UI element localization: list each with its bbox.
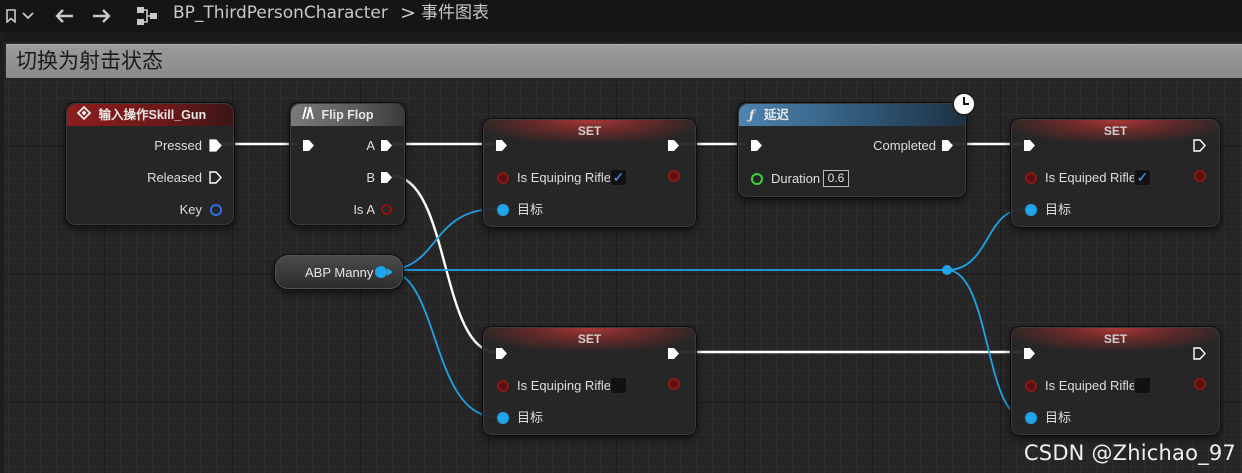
set2-target-pin[interactable]: [1025, 204, 1037, 216]
event-diamond-icon: [76, 105, 92, 127]
set3-target-label: 目标: [517, 410, 544, 425]
set4-header: SET: [1012, 328, 1219, 350]
set1-var-label: Is Equiping Rifle: [517, 170, 611, 185]
delay-duration-float-pin[interactable]: [751, 173, 763, 185]
function-icon: ƒ: [749, 107, 755, 122]
key-pin-label: Key: [179, 202, 202, 217]
set2-var-label: Is Equiped Rifle: [1045, 170, 1137, 185]
delay-completed-exec-pin[interactable]: [941, 139, 954, 152]
set1-exec-in-pin[interactable]: [495, 139, 508, 152]
set1-target-pin[interactable]: [497, 204, 509, 216]
input-action-title: 输入操作Skill_Gun: [98, 108, 207, 122]
set3-target-pin[interactable]: [497, 412, 509, 424]
flipflop-title: Flip Flop: [321, 108, 374, 122]
editor-breadcrumb-bar: BP_ThirdPersonCharacter > 事件图表: [0, 0, 1242, 32]
csdn-watermark: CSDN @Zhichao_97: [1023, 441, 1236, 465]
set4-exec-out-pin[interactable]: [1193, 347, 1206, 360]
set4-exec-in-pin[interactable]: [1023, 347, 1036, 360]
set3-var-label: Is Equiping Rifle: [517, 378, 611, 393]
set2-target-label: 目标: [1045, 202, 1072, 217]
set3-header: SET: [484, 328, 695, 350]
set-is-equiping-rifle-true-node[interactable]: SET Is Equiping Rifle ✓ 目标: [482, 118, 697, 228]
input-action-node[interactable]: 输入操作Skill_Gun Pressed Released Key: [65, 102, 235, 226]
blueprint-graph-icon: [135, 0, 159, 32]
abp-manny-pin-arrow: [387, 268, 393, 276]
breadcrumb-blueprint-name[interactable]: BP_ThirdPersonCharacter: [173, 0, 388, 28]
input-action-header: 输入操作Skill_Gun: [67, 104, 233, 126]
abp-manny-variable-node[interactable]: ABP Manny: [274, 254, 404, 290]
set2-header: SET: [1012, 120, 1219, 142]
set2-checkbox[interactable]: ✓: [1134, 169, 1151, 186]
delay-duration-label: Duration: [771, 171, 821, 186]
set4-target-pin[interactable]: [1025, 412, 1037, 424]
abp-manny-label: ABP Manny: [305, 265, 374, 280]
set4-bool-in-pin[interactable]: [1025, 380, 1037, 392]
set4-var-label: Is Equiped Rifle: [1045, 378, 1137, 393]
delay-node[interactable]: ƒ 延迟 Completed Duration 0.6: [737, 102, 967, 198]
target-wire-set3: [385, 269, 497, 418]
delay-header: ƒ 延迟: [739, 104, 965, 126]
flipflop-node[interactable]: Flip Flop A B Is A: [289, 102, 406, 226]
set3-checkbox[interactable]: [610, 377, 627, 394]
arrow-right-icon[interactable]: [90, 0, 114, 32]
flipflop-icon: [301, 105, 315, 127]
released-exec-pin[interactable]: [209, 171, 222, 184]
event-graph-canvas[interactable]: 切换为射击状态 输入操作Skill_Gun Pressed Released K…: [0, 32, 1242, 473]
flipflop-b-label: B: [366, 170, 375, 185]
set3-exec-in-pin[interactable]: [495, 347, 508, 360]
set4-bool-out-pin[interactable]: [1194, 378, 1206, 390]
delay-exec-in-pin[interactable]: [750, 139, 763, 152]
set-is-equiping-rifle-false-node[interactable]: SET Is Equiping Rifle 目标: [482, 326, 697, 436]
set2-exec-in-pin[interactable]: [1023, 139, 1036, 152]
pressed-exec-pin[interactable]: [209, 139, 222, 152]
set4-target-label: 目标: [1045, 410, 1072, 425]
arrow-left-icon[interactable]: [52, 0, 76, 32]
abp-manny-output-pin[interactable]: [375, 266, 387, 278]
set3-bool-in-pin[interactable]: [497, 380, 509, 392]
set1-bool-in-pin[interactable]: [497, 172, 509, 184]
set4-checkbox[interactable]: [1134, 377, 1151, 394]
set-is-equiped-rifle-true-node[interactable]: SET Is Equiped Rifle ✓ 目标: [1010, 118, 1221, 228]
set1-bool-out-pin[interactable]: [668, 170, 680, 182]
flipflop-a-exec-pin[interactable]: [380, 139, 393, 152]
set-is-equiped-rifle-false-node[interactable]: SET Is Equiped Rifle 目标: [1010, 326, 1221, 436]
set2-bool-out-pin[interactable]: [1194, 170, 1206, 182]
exec-wire-b-to-set3: [391, 174, 497, 354]
delay-duration-input[interactable]: 0.6: [823, 170, 849, 187]
set2-bool-in-pin[interactable]: [1025, 172, 1037, 184]
flipflop-header: Flip Flop: [291, 104, 404, 126]
released-pin-label: Released: [147, 170, 202, 185]
delay-completed-label: Completed: [873, 138, 936, 153]
set3-exec-out-pin[interactable]: [667, 347, 680, 360]
set1-header: SET: [484, 120, 695, 142]
set1-checkbox[interactable]: ✓: [610, 169, 627, 186]
flipflop-exec-in-pin[interactable]: [302, 139, 315, 152]
set2-exec-out-pin[interactable]: [1193, 139, 1206, 152]
flipflop-isa-bool-pin[interactable]: [380, 203, 393, 216]
flipflop-b-exec-pin[interactable]: [380, 171, 393, 184]
flipflop-isa-label: Is A: [353, 202, 375, 217]
set1-exec-out-pin[interactable]: [667, 139, 680, 152]
clock-icon: [952, 92, 976, 116]
set3-bool-out-pin[interactable]: [668, 378, 680, 390]
reroute-knot[interactable]: [942, 265, 952, 275]
bookmark-icon[interactable]: [4, 0, 18, 32]
flipflop-a-label: A: [366, 138, 375, 153]
breadcrumb-graph-name[interactable]: 事件图表: [421, 0, 489, 28]
chevron-down-icon[interactable]: [20, 0, 36, 32]
pressed-pin-label: Pressed: [154, 138, 202, 153]
key-struct-pin[interactable]: [210, 204, 222, 216]
delay-title: 延迟: [763, 108, 789, 122]
breadcrumb-separator: >: [400, 2, 416, 24]
set1-target-label: 目标: [517, 202, 544, 217]
